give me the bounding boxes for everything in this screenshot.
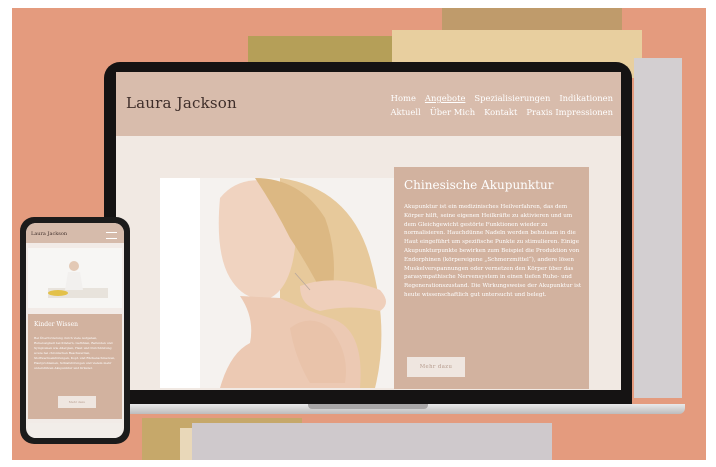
phone-mockup: Laura Jackson Kinder Wissen Bei Überford…	[20, 217, 130, 444]
nav-item-aktuell[interactable]: Aktuell	[391, 107, 421, 121]
mobile-more-button[interactable]: Mehr dazu	[58, 396, 96, 408]
nav-item-angebote[interactable]: Angebote	[425, 93, 466, 107]
decor-block	[192, 423, 552, 460]
phone-screen: Laura Jackson Kinder Wissen Bei Überford…	[26, 223, 124, 438]
main-nav: Home Angebote Spezialisierungen Indikati…	[368, 93, 614, 121]
service-card: Chinesische Akupunktur Akupunktur ist ei…	[394, 167, 589, 389]
mobile-card: Kinder Wissen Bei Überforderung durch vi…	[28, 314, 122, 419]
laptop-notch	[308, 404, 428, 409]
nav-item-ueber-mich[interactable]: Über Mich	[430, 107, 475, 121]
decor-block	[634, 58, 682, 398]
card-title: Chinesische Akupunktur	[404, 178, 554, 192]
mobile-card-text: Bei Überforderung durch viele Aufgaben, …	[34, 336, 116, 370]
laptop-base	[85, 404, 685, 414]
woman-acupuncture-photo	[160, 178, 394, 388]
decor-block	[442, 8, 622, 32]
nav-item-home[interactable]: Home	[391, 93, 416, 107]
mobile-next-photo	[28, 423, 122, 438]
laptop-mockup: Laura Jackson Home Angebote Spezialisier…	[104, 62, 632, 407]
hero-photo	[160, 178, 394, 388]
nav-item-indikationen[interactable]: Indikationen	[559, 93, 613, 107]
nav-item-kontakt[interactable]: Kontakt	[484, 107, 517, 121]
site-logo[interactable]: Laura Jackson	[126, 94, 237, 112]
mobile-header: Laura Jackson	[26, 223, 124, 243]
mobile-card-title: Kinder Wissen	[34, 321, 78, 328]
mobile-hero-photo	[28, 248, 122, 308]
site-header: Laura Jackson Home Angebote Spezialisier…	[116, 72, 621, 136]
hamburger-menu-icon[interactable]	[106, 232, 117, 239]
mobile-logo[interactable]: Laura Jackson	[31, 231, 67, 237]
more-button[interactable]: Mehr dazu	[407, 357, 465, 377]
nav-item-spezialisierungen[interactable]: Spezialisierungen	[474, 93, 550, 107]
card-text: Akupunktur ist ein medizinisches Heilver…	[404, 204, 582, 298]
meditation-photo	[28, 248, 122, 308]
nav-item-praxis-impressionen[interactable]: Praxis Impressionen	[526, 107, 613, 121]
laptop-screen: Laura Jackson Home Angebote Spezialisier…	[116, 72, 621, 390]
